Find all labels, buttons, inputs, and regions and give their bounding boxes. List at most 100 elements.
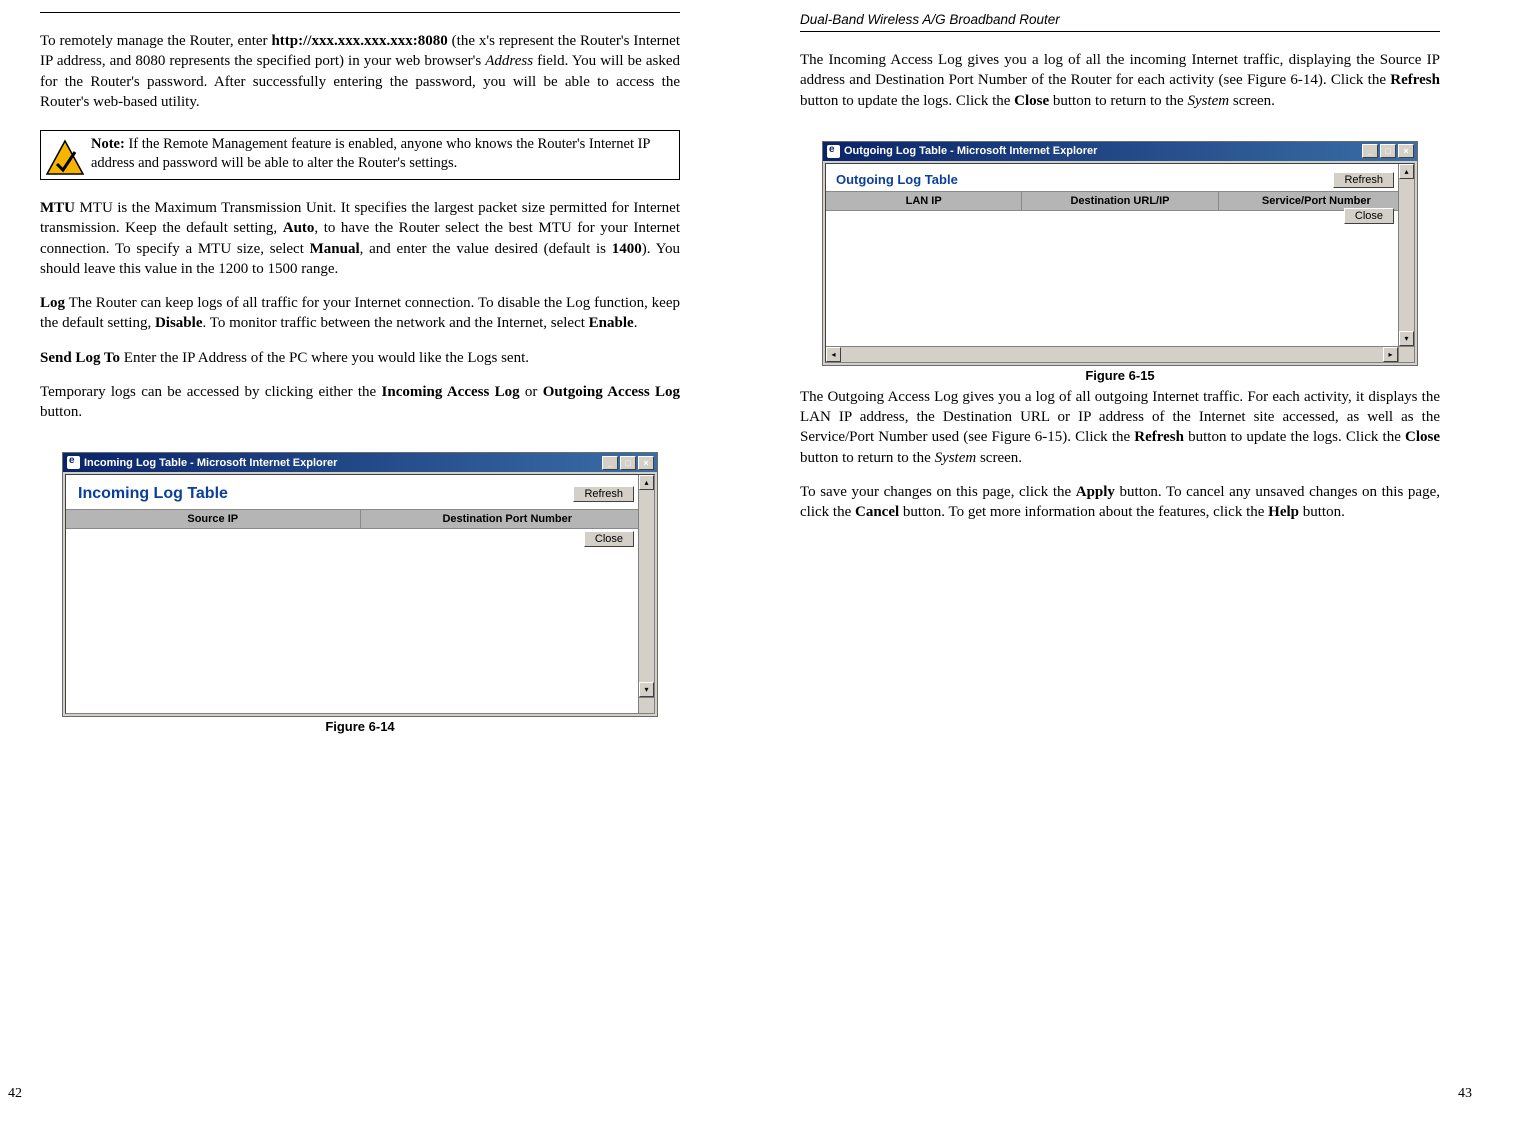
outgoing-log-title: Outgoing Log Table (826, 164, 1414, 191)
text: The Incoming Access Log gives you a log … (800, 52, 1440, 88)
text: button. (40, 404, 82, 420)
table-header-row: LAN IP Destination URL/IP Service/Port N… (826, 191, 1414, 211)
window-title: Incoming Log Table - Microsoft Internet … (84, 457, 337, 469)
window-minimize-button[interactable]: _ (602, 456, 618, 470)
text: Temporary logs can be accessed by clicki… (40, 384, 382, 400)
scroll-left-icon[interactable]: ◂ (826, 347, 841, 362)
header-rule (800, 31, 1440, 32)
note-box: Note: If the Remote Management feature i… (40, 130, 680, 180)
ie-window-incoming: Incoming Log Table - Microsoft Internet … (62, 452, 658, 717)
auto-bold: Auto (283, 220, 315, 236)
text: button to update the logs. Click the (800, 93, 1014, 109)
close-bold: Close (1014, 93, 1049, 109)
ie-window-outgoing: Outgoing Log Table - Microsoft Internet … (822, 141, 1418, 366)
text: button to return to the (1049, 93, 1187, 109)
note-body: If the Remote Management feature is enab… (91, 136, 650, 171)
paragraph-outgoing-log: The Outgoing Access Log gives you a log … (800, 387, 1440, 468)
disable-bold: Disable (155, 315, 203, 331)
header-rule (40, 12, 680, 13)
scrollbar-corner (638, 697, 654, 713)
scroll-up-icon[interactable]: ▴ (1399, 164, 1414, 179)
scroll-right-icon[interactable]: ▸ (1383, 347, 1398, 362)
left-page: To remotely manage the Router, enter htt… (40, 0, 680, 1132)
close-bold: Close (1405, 429, 1440, 445)
url-bold: http://xxx.xxx.xxx.xxx:8080 (271, 33, 447, 49)
window-close-button[interactable]: × (638, 456, 654, 470)
close-button[interactable]: Close (1344, 208, 1394, 224)
text: To save your changes on this page, click… (800, 484, 1076, 500)
window-title: Outgoing Log Table - Microsoft Internet … (844, 145, 1097, 157)
window-minimize-button[interactable]: _ (1362, 144, 1378, 158)
refresh-bold: Refresh (1134, 429, 1184, 445)
paragraph-mtu: MTU MTU is the Maximum Transmission Unit… (40, 198, 680, 279)
horizontal-scrollbar[interactable]: ◂ ▸ (826, 346, 1398, 362)
cancel-bold: Cancel (855, 504, 899, 520)
figure-caption: Figure 6-15 (822, 368, 1418, 383)
system-italic: System (1187, 93, 1229, 109)
scroll-down-icon[interactable]: ▾ (1399, 331, 1414, 346)
col-dest-url: Destination URL/IP (1022, 192, 1218, 210)
text: button to update the logs. Click the (1184, 429, 1405, 445)
paragraph-apply-cancel: To save your changes on this page, click… (800, 482, 1440, 523)
scroll-down-icon[interactable]: ▾ (639, 682, 654, 697)
enable-bold: Enable (589, 315, 634, 331)
manual-bold: Manual (310, 241, 360, 257)
text: . To monitor traffic between the network… (202, 315, 588, 331)
text: screen. (976, 450, 1022, 466)
vertical-scrollbar[interactable]: ▴ ▾ (1398, 164, 1414, 346)
col-lan-ip: LAN IP (826, 192, 1022, 210)
warning-icon (41, 131, 91, 179)
paragraph-temp-logs: Temporary logs can be accessed by clicki… (40, 382, 680, 423)
figure-6-14: Incoming Log Table - Microsoft Internet … (62, 452, 658, 734)
text: , and enter the value desired (default i… (360, 241, 612, 257)
close-button[interactable]: Close (584, 531, 634, 547)
window-titlebar[interactable]: Incoming Log Table - Microsoft Internet … (63, 453, 657, 472)
address-italic: Address (485, 53, 533, 69)
figure-caption: Figure 6-14 (62, 719, 658, 734)
table-header-row: Source IP Destination Port Number (66, 509, 654, 529)
text: screen. (1229, 93, 1275, 109)
window-body: Outgoing Log Table Refresh LAN IP Destin… (825, 163, 1415, 363)
page-number: 43 (1458, 1086, 1472, 1102)
scrollbar-corner (1398, 346, 1414, 362)
vertical-scrollbar[interactable]: ▴ ▾ (638, 475, 654, 697)
window-maximize-button[interactable]: □ (620, 456, 636, 470)
mtu-label: MTU (40, 200, 75, 216)
text: . (634, 315, 638, 331)
window-body: Incoming Log Table Refresh Source IP Des… (65, 474, 655, 714)
text: To remotely manage the Router, enter (40, 33, 271, 49)
paragraph-remote-manage: To remotely manage the Router, enter htt… (40, 31, 680, 112)
refresh-button[interactable]: Refresh (573, 486, 634, 502)
sendlogto-label: Send Log To (40, 350, 120, 366)
paragraph-log: Log The Router can keep logs of all traf… (40, 293, 680, 334)
right-page: Dual-Band Wireless A/G Broadband Router … (800, 0, 1440, 1132)
window-close-button[interactable]: × (1398, 144, 1414, 158)
text: button to return to the (800, 450, 935, 466)
value-1400-bold: 1400 (612, 241, 642, 257)
refresh-bold: Refresh (1390, 72, 1440, 88)
ie-logo-icon (827, 145, 840, 158)
col-source-ip: Source IP (66, 510, 361, 528)
running-head: Dual-Band Wireless A/G Broadband Router (800, 12, 1440, 27)
refresh-button[interactable]: Refresh (1333, 172, 1394, 188)
outgoing-bold: Outgoing Access Log (543, 384, 680, 400)
ie-logo-icon (67, 456, 80, 469)
text: or (520, 384, 543, 400)
col-dest-port: Destination Port Number (361, 510, 655, 528)
page-number: 42 (8, 1086, 22, 1102)
text: Enter the IP Address of the PC where you… (120, 350, 529, 366)
paragraph-sendlogto: Send Log To Enter the IP Address of the … (40, 348, 680, 368)
incoming-bold: Incoming Access Log (382, 384, 520, 400)
text: button. To get more information about th… (899, 504, 1268, 520)
apply-bold: Apply (1076, 484, 1115, 500)
window-titlebar[interactable]: Outgoing Log Table - Microsoft Internet … (823, 142, 1417, 161)
scroll-up-icon[interactable]: ▴ (639, 475, 654, 490)
paragraph-incoming-log: The Incoming Access Log gives you a log … (800, 50, 1440, 111)
log-label: Log (40, 295, 65, 311)
window-maximize-button[interactable]: □ (1380, 144, 1396, 158)
system-italic: System (935, 450, 977, 466)
note-label: Note: (91, 136, 125, 152)
text: button. (1299, 504, 1345, 520)
figure-6-15: Outgoing Log Table - Microsoft Internet … (822, 141, 1418, 383)
help-bold: Help (1268, 504, 1299, 520)
